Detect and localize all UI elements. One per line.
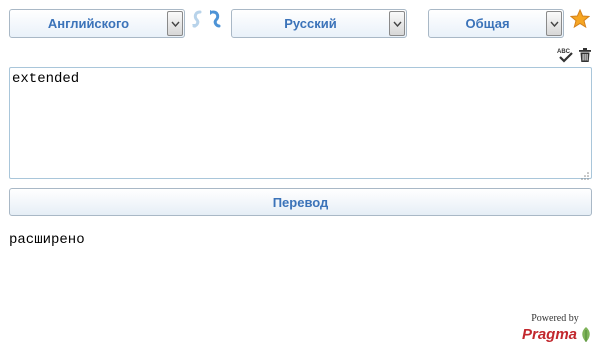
resize-handle-icon[interactable]: [580, 167, 589, 180]
chevron-down-icon[interactable]: [546, 11, 562, 36]
translation-output: расширено: [9, 232, 85, 248]
chevron-down-icon[interactable]: [167, 11, 183, 36]
chevron-down-icon[interactable]: [389, 11, 405, 36]
target-language-value: Русский: [284, 16, 337, 31]
swap-languages-icon[interactable]: [191, 9, 223, 31]
source-language-value: Английского: [47, 16, 130, 31]
pragma-logo[interactable]: Pragma: [522, 326, 577, 343]
svg-text:ABC: ABC: [557, 49, 571, 55]
translate-button[interactable]: Перевод: [9, 188, 592, 216]
source-text-input[interactable]: extended: [9, 67, 592, 180]
topic-value: Общая: [465, 16, 510, 31]
powered-by-label: Powered by: [531, 313, 579, 324]
leaf-icon: [579, 326, 593, 344]
source-text-value: extended: [12, 71, 80, 87]
spellcheck-icon[interactable]: ABC: [557, 47, 575, 63]
topic-select[interactable]: Общая: [428, 9, 564, 38]
source-language-select[interactable]: Английского: [9, 9, 185, 38]
target-language-select[interactable]: Русский: [231, 9, 407, 38]
translate-button-label: Перевод: [272, 194, 329, 210]
star-icon[interactable]: [569, 8, 591, 29]
trash-icon[interactable]: [578, 47, 592, 63]
